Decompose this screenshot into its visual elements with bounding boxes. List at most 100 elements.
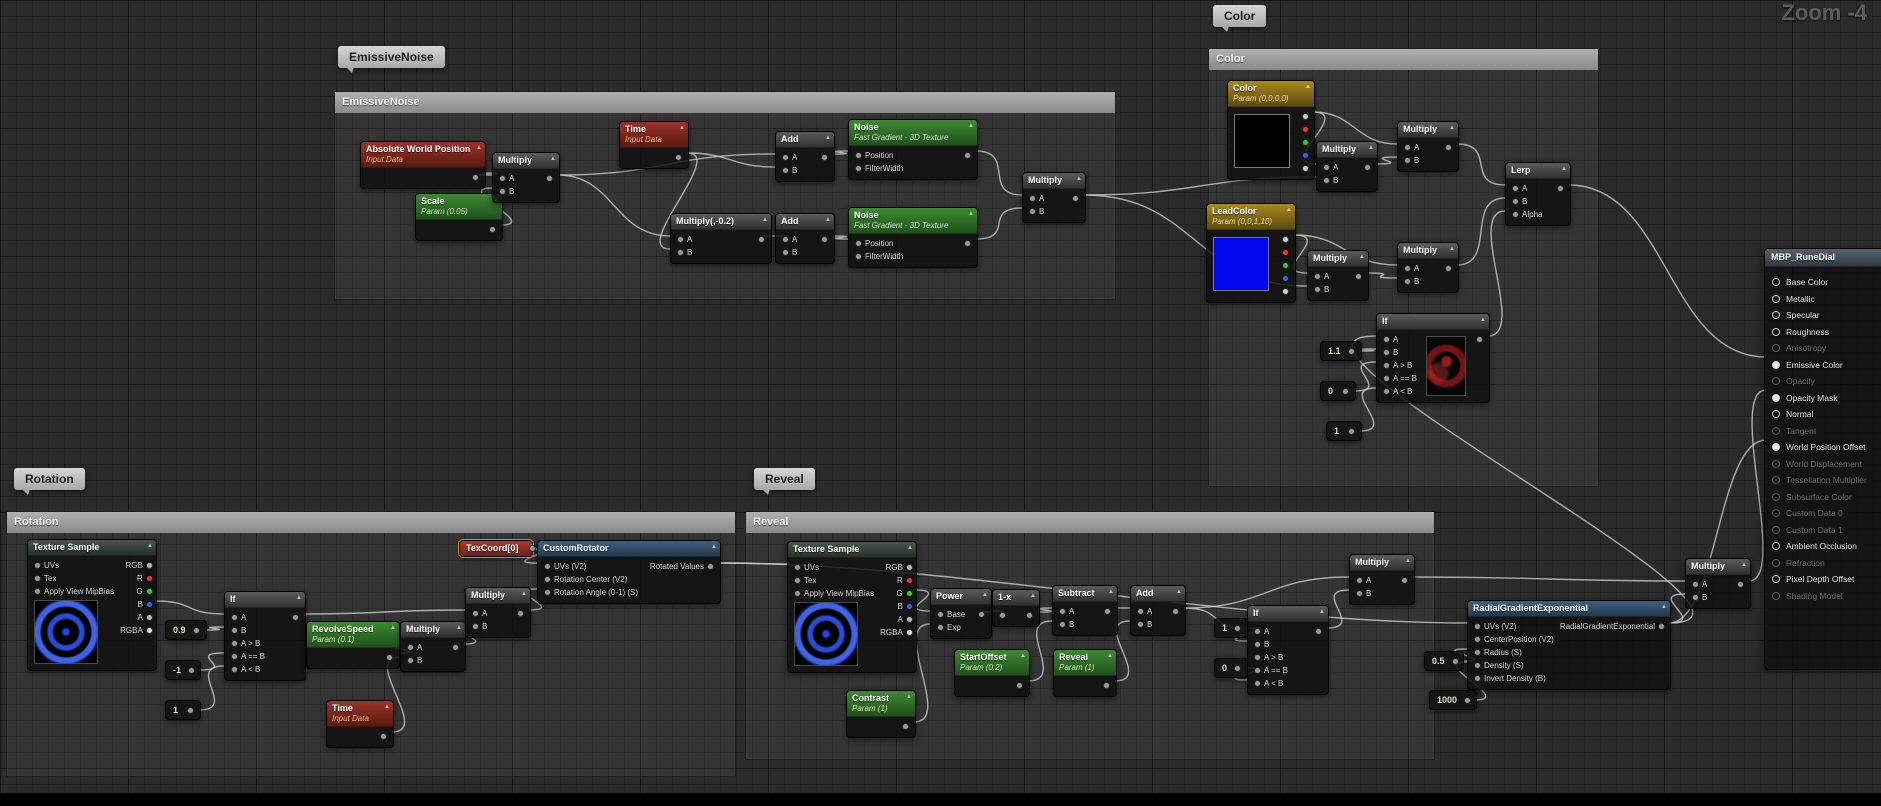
node-noise-bottom[interactable]: Noise Fast Gradient - 3D Texture ▲ Position… (848, 207, 978, 268)
input-pin[interactable]: Position (849, 149, 906, 162)
node-customrotator[interactable]: CustomRotator ▲ UVs (V2) Rotation Center (V… (537, 540, 721, 604)
pin-circle-icon[interactable] (231, 640, 238, 647)
pin-circle-icon[interactable] (1282, 275, 1289, 282)
comment-title-color[interactable]: Color (1209, 49, 1598, 70)
collapse-arrow-icon[interactable]: ▲ (456, 625, 462, 631)
input-pin[interactable]: B (1398, 154, 1422, 167)
material-input-metallic[interactable]: Metallic (1772, 291, 1881, 308)
node-one-minus[interactable]: 1-x ▲ (992, 589, 1040, 627)
input-pin[interactable]: Base (931, 608, 968, 621)
output-pin[interactable]: G (117, 585, 159, 598)
input-pin[interactable]: B (493, 185, 517, 198)
comment-bubble-emissivenoise[interactable]: EmissiveNoise (338, 46, 445, 73)
pin-circle-icon[interactable] (1474, 675, 1481, 682)
input-pin[interactable]: A (1398, 141, 1422, 154)
input-pin[interactable]: B (225, 624, 268, 637)
pin-circle-icon[interactable] (1059, 608, 1066, 615)
pin-circle-icon[interactable] (794, 590, 801, 597)
pin-circle-icon[interactable] (1383, 362, 1390, 369)
input-pin[interactable]: UVs (788, 561, 877, 574)
collapse-arrow-icon[interactable]: ▲ (1359, 254, 1365, 260)
material-input-custom-data-1[interactable]: Custom Data 1 (1772, 522, 1881, 539)
input-pin[interactable]: B (1053, 618, 1077, 631)
output-pin[interactable] (1234, 624, 1242, 632)
input-pin[interactable]: A < B (225, 663, 268, 676)
collapse-arrow-icon[interactable]: ▲ (906, 694, 912, 700)
input-pin[interactable]: A (493, 172, 517, 185)
node-multiply-color-2[interactable]: Multiply ▲ A B (1397, 121, 1459, 172)
input-pin[interactable]: Position (849, 237, 906, 250)
node-noise-top[interactable]: Noise Fast Gradient - 3D Texture ▲ Position… (848, 119, 978, 180)
pin-circle-icon[interactable] (1029, 195, 1036, 202)
material-input-ambient-occlusion[interactable]: Ambient Occlusion (1772, 538, 1881, 555)
output-pin[interactable] (1296, 110, 1315, 123)
collapse-arrow-icon[interactable]: ▲ (1741, 562, 1747, 568)
input-pin[interactable]: B (671, 246, 695, 259)
pin-circle-icon[interactable] (472, 623, 479, 630)
pin-circle-icon[interactable] (1254, 680, 1261, 687)
output-pin[interactable] (1097, 679, 1116, 692)
output-pin[interactable]: RGB (117, 559, 159, 572)
node-multiply-lead-2[interactable]: Multiply ▲ A B (1397, 242, 1459, 293)
pin-circle-icon[interactable] (231, 666, 238, 673)
input-pin[interactable]: Apply View MipBias (788, 587, 877, 600)
pin-circle-icon[interactable] (1016, 682, 1023, 689)
node-texcoord-0[interactable]: TexCoord[0] (459, 540, 537, 557)
pin-circle-icon[interactable] (1302, 126, 1309, 133)
pin-circle-icon[interactable] (1104, 608, 1111, 615)
node-time-emissive[interactable]: Time Input Data ▲ (619, 121, 689, 169)
collapse-arrow-icon[interactable]: ▲ (390, 625, 396, 631)
pin-circle-icon[interactable] (902, 723, 909, 730)
material-pin-circle[interactable] (1772, 344, 1780, 353)
output-pin[interactable] (1066, 192, 1085, 205)
node-absolute-world-position[interactable]: Absolute World Position Input Data ▲ (360, 141, 486, 189)
node-radialgradientexponential[interactable]: RadialGradientExponential ▲ UVs (V2) Center… (1467, 600, 1671, 690)
material-input-world-displacement[interactable]: World Displacement (1772, 456, 1881, 473)
input-pin[interactable]: B (1398, 275, 1422, 288)
pin-circle-icon[interactable] (1254, 641, 1261, 648)
output-pin[interactable] (972, 608, 991, 621)
input-pin[interactable]: A (776, 151, 800, 164)
pin-circle-icon[interactable] (452, 644, 459, 651)
output-pin[interactable]: A (117, 611, 159, 624)
input-pin[interactable]: A (1023, 192, 1047, 205)
output-pin[interactable] (1451, 657, 1459, 665)
output-pin[interactable] (540, 172, 559, 185)
input-pin[interactable]: A (1053, 605, 1077, 618)
collapse-arrow-icon[interactable]: ▲ (1107, 653, 1113, 659)
input-pin[interactable]: B (466, 620, 490, 633)
pin-circle-icon[interactable] (1404, 144, 1411, 151)
material-input-tessellation-multiplier[interactable]: Tessellation Multiplier (1772, 472, 1881, 489)
material-input-world-position-offset[interactable]: World Position Offset (1772, 439, 1881, 456)
output-pin[interactable] (815, 151, 834, 164)
pin-circle-icon[interactable] (1323, 164, 1330, 171)
pin-circle-icon[interactable] (937, 611, 944, 618)
pin-circle-icon[interactable] (407, 657, 414, 664)
input-pin[interactable]: FilterWidth (849, 162, 906, 175)
pin-circle-icon[interactable] (517, 610, 524, 617)
collapse-arrow-icon[interactable]: ▲ (1449, 246, 1455, 252)
material-pin-circle[interactable] (1772, 360, 1780, 369)
collapse-arrow-icon[interactable]: ▲ (968, 211, 974, 217)
pin-circle-icon[interactable] (231, 627, 238, 634)
pin-circle-icon[interactable] (1029, 208, 1036, 215)
output-pin[interactable] (1439, 262, 1458, 275)
pin-circle-icon[interactable] (782, 167, 789, 174)
collapse-arrow-icon[interactable]: ▲ (711, 544, 717, 550)
pin-circle-icon[interactable] (782, 154, 789, 161)
input-pin[interactable]: A < B (1248, 677, 1291, 690)
node-multiply-reveal[interactable]: Multiply ▲ A B (1349, 554, 1415, 605)
collapse-arrow-icon[interactable]: ▲ (1319, 609, 1325, 615)
pin-circle-icon[interactable] (905, 616, 913, 623)
input-pin[interactable]: B (1506, 195, 1545, 208)
output-pin[interactable] (1296, 149, 1315, 162)
pin-circle-icon[interactable] (794, 564, 801, 571)
pin-circle-icon[interactable] (544, 589, 551, 596)
output-pin[interactable] (958, 237, 977, 250)
collapse-arrow-icon[interactable]: ▲ (550, 156, 556, 162)
output-pin[interactable] (1342, 387, 1349, 395)
collapse-arrow-icon[interactable]: ▲ (679, 125, 685, 131)
pin-circle-icon[interactable] (855, 152, 862, 159)
pin-circle-icon[interactable] (978, 611, 985, 618)
collapse-arrow-icon[interactable]: ▲ (1405, 558, 1411, 564)
